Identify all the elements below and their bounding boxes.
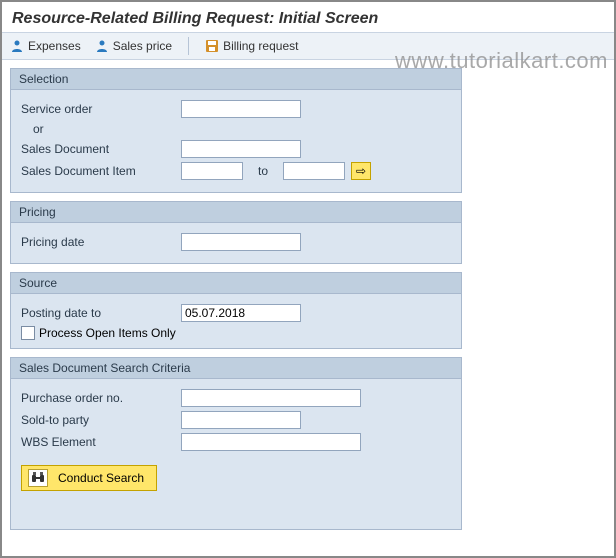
billing-request-button[interactable]: Billing request [205,39,298,53]
expenses-label: Expenses [28,39,81,53]
posting-date-to-input[interactable] [181,304,301,322]
criteria-header: Sales Document Search Criteria [11,358,461,379]
to-label: to [243,164,283,178]
process-open-items-checkbox[interactable] [21,326,35,340]
pricing-group: Pricing Pricing date [10,201,462,264]
sales-document-item-to-input[interactable] [283,162,345,180]
binoculars-icon [28,469,48,487]
purchase-order-input[interactable] [181,389,361,407]
save-icon [205,39,219,53]
sales-price-button[interactable]: Sales price [95,39,172,53]
conduct-search-button[interactable]: Conduct Search [21,465,157,491]
sales-document-item-label: Sales Document Item [21,164,181,178]
arrow-right-icon: ⇨ [356,164,366,178]
posting-date-to-label: Posting date to [21,306,181,320]
sold-to-party-label: Sold-to party [21,413,181,427]
selection-header: Selection [11,69,461,90]
service-order-label: Service order [21,102,181,116]
service-order-input[interactable] [181,100,301,118]
sales-document-item-input[interactable] [181,162,243,180]
sales-document-input[interactable] [181,140,301,158]
toolbar: Expenses Sales price Billing request [2,32,614,60]
sales-document-label: Sales Document [21,142,181,156]
person-icon [95,39,109,53]
content-area: Selection Service order or Sales Documen… [2,60,614,546]
sales-price-label: Sales price [113,39,172,53]
multiple-selection-button[interactable]: ⇨ [351,162,371,180]
source-group: Source Posting date to Process Open Item… [10,272,462,349]
billing-request-label: Billing request [223,39,298,53]
source-header: Source [11,273,461,294]
criteria-group: Sales Document Search Criteria Purchase … [10,357,462,530]
pricing-header: Pricing [11,202,461,223]
wbs-element-input[interactable] [181,433,361,451]
wbs-element-label: WBS Element [21,435,181,449]
pricing-date-label: Pricing date [21,235,181,249]
toolbar-divider [188,37,189,55]
selection-group: Selection Service order or Sales Documen… [10,68,462,193]
person-icon [10,39,24,53]
or-label: or [21,122,181,136]
process-open-items-label: Process Open Items Only [39,326,176,340]
page-title: Resource-Related Billing Request: Initia… [2,2,614,32]
pricing-date-input[interactable] [181,233,301,251]
sold-to-party-input[interactable] [181,411,301,429]
purchase-order-label: Purchase order no. [21,391,181,405]
expenses-button[interactable]: Expenses [10,39,81,53]
conduct-search-label: Conduct Search [58,471,144,485]
